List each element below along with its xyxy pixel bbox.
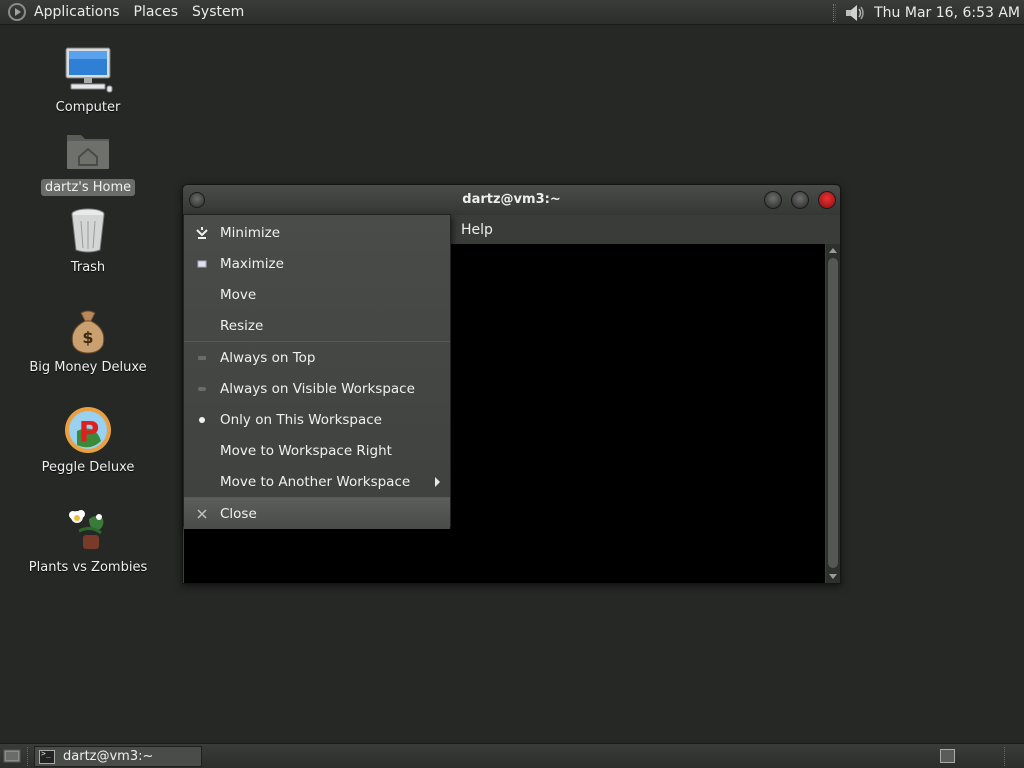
- home-folder-icon: [67, 135, 109, 169]
- menu-item-label: Move to Another Workspace: [220, 473, 411, 490]
- system-menu[interactable]: System: [192, 4, 244, 20]
- checkbox-off-icon: [194, 342, 210, 373]
- window-title: dartz@vm3:~: [462, 192, 561, 207]
- menu-item-label: Close: [220, 505, 257, 522]
- menu-item-label: Move: [220, 286, 257, 303]
- menu-item-maximize[interactable]: Maximize: [184, 248, 450, 279]
- menu-item-only-on-this-workspace[interactable]: Only on This Workspace: [184, 404, 450, 435]
- desktop-icon-label: dartz's Home: [40, 179, 136, 196]
- scrollbar-thumb[interactable]: [828, 258, 838, 568]
- menu-item-label: Always on Top: [220, 349, 316, 366]
- desktop-icon-computer[interactable]: Computer: [28, 45, 148, 116]
- menu-item-label: Move to Workspace Right: [220, 442, 392, 459]
- menu-item-label: Resize: [220, 317, 264, 334]
- desktop-icon-label: Trash: [70, 260, 106, 275]
- desktop-icon-label: Computer: [55, 100, 121, 115]
- vertical-scrollbar[interactable]: [826, 244, 840, 583]
- menu-item-move-another-workspace[interactable]: Move to Another Workspace: [184, 466, 450, 497]
- plants-vs-zombies-icon: [69, 510, 104, 549]
- desktop-icon-pvz[interactable]: Plants vs Zombies: [28, 505, 148, 576]
- scroll-up-arrow-icon[interactable]: [829, 248, 837, 253]
- workspace-switcher[interactable]: [940, 749, 955, 763]
- volume-speaker-icon[interactable]: [844, 4, 866, 22]
- radio-on-icon: [194, 404, 210, 435]
- panel-separator: [833, 3, 837, 22]
- top-panel: Applications Places System Thu Mar 16, 6…: [0, 0, 1024, 25]
- svg-text:$: $: [82, 328, 93, 347]
- distro-logo-icon[interactable]: [8, 3, 26, 21]
- help-menu[interactable]: Help: [461, 222, 493, 238]
- menu-item-always-on-visible-workspace[interactable]: Always on Visible Workspace: [184, 373, 450, 404]
- menu-item-always-on-top[interactable]: Always on Top: [184, 342, 450, 373]
- menu-item-move[interactable]: Move: [184, 279, 450, 310]
- desktop-icon-peggle[interactable]: P Peggle Deluxe: [28, 405, 148, 476]
- desktop-icon-big-money[interactable]: $ Big Money Deluxe: [28, 305, 148, 376]
- close-button[interactable]: [818, 191, 836, 209]
- submenu-arrow-icon: [435, 477, 440, 487]
- desktop-icon-label: Big Money Deluxe: [29, 360, 147, 375]
- terminal-icon: [39, 749, 55, 764]
- bottom-panel: dartz@vm3:~: [0, 743, 1024, 768]
- show-desktop-icon[interactable]: [3, 748, 21, 764]
- minimize-button[interactable]: [764, 191, 782, 209]
- desktop-icon-home[interactable]: dartz's Home: [28, 125, 148, 196]
- window-titlebar[interactable]: dartz@vm3:~: [183, 185, 840, 215]
- panel-tray: Thu Mar 16, 6:53 AM: [833, 0, 1024, 25]
- maximize-button[interactable]: [791, 191, 809, 209]
- close-x-icon: [194, 498, 210, 529]
- window-context-menu: Minimize Maximize Move Resize Always on …: [183, 214, 451, 529]
- applications-menu[interactable]: Applications: [34, 4, 120, 20]
- desktop-icon-trash[interactable]: Trash: [28, 205, 148, 276]
- desktop-icon-label: Peggle Deluxe: [41, 460, 135, 475]
- menu-item-label: Maximize: [220, 255, 284, 272]
- menu-item-move-workspace-right[interactable]: Move to Workspace Right: [184, 435, 450, 466]
- panel-separator: [27, 747, 28, 766]
- menu-item-label: Minimize: [220, 224, 280, 241]
- scroll-down-arrow-icon[interactable]: [829, 574, 837, 579]
- desktop-icon-label: Plants vs Zombies: [28, 560, 148, 575]
- menu-item-minimize[interactable]: Minimize: [184, 217, 450, 248]
- taskbar-button-label: dartz@vm3:~: [63, 749, 154, 764]
- places-menu[interactable]: Places: [134, 4, 179, 20]
- peggle-icon: P: [65, 407, 111, 453]
- menu-item-label: Always on Visible Workspace: [220, 380, 415, 397]
- clock[interactable]: Thu Mar 16, 6:53 AM: [874, 5, 1020, 21]
- minimize-arrow-icon: [194, 217, 210, 248]
- svg-text:P: P: [79, 415, 100, 448]
- money-bag-icon: $: [71, 310, 105, 354]
- menu-item-label: Only on This Workspace: [220, 411, 382, 428]
- trash-icon: [71, 208, 105, 253]
- maximize-square-icon: [194, 248, 210, 279]
- computer-icon: [65, 47, 113, 93]
- menu-item-resize[interactable]: Resize: [184, 310, 450, 341]
- panel-separator: [1004, 747, 1005, 766]
- radio-off-icon: [194, 373, 210, 404]
- menu-item-close[interactable]: Close: [184, 498, 450, 529]
- taskbar-button-terminal[interactable]: dartz@vm3:~: [34, 746, 202, 767]
